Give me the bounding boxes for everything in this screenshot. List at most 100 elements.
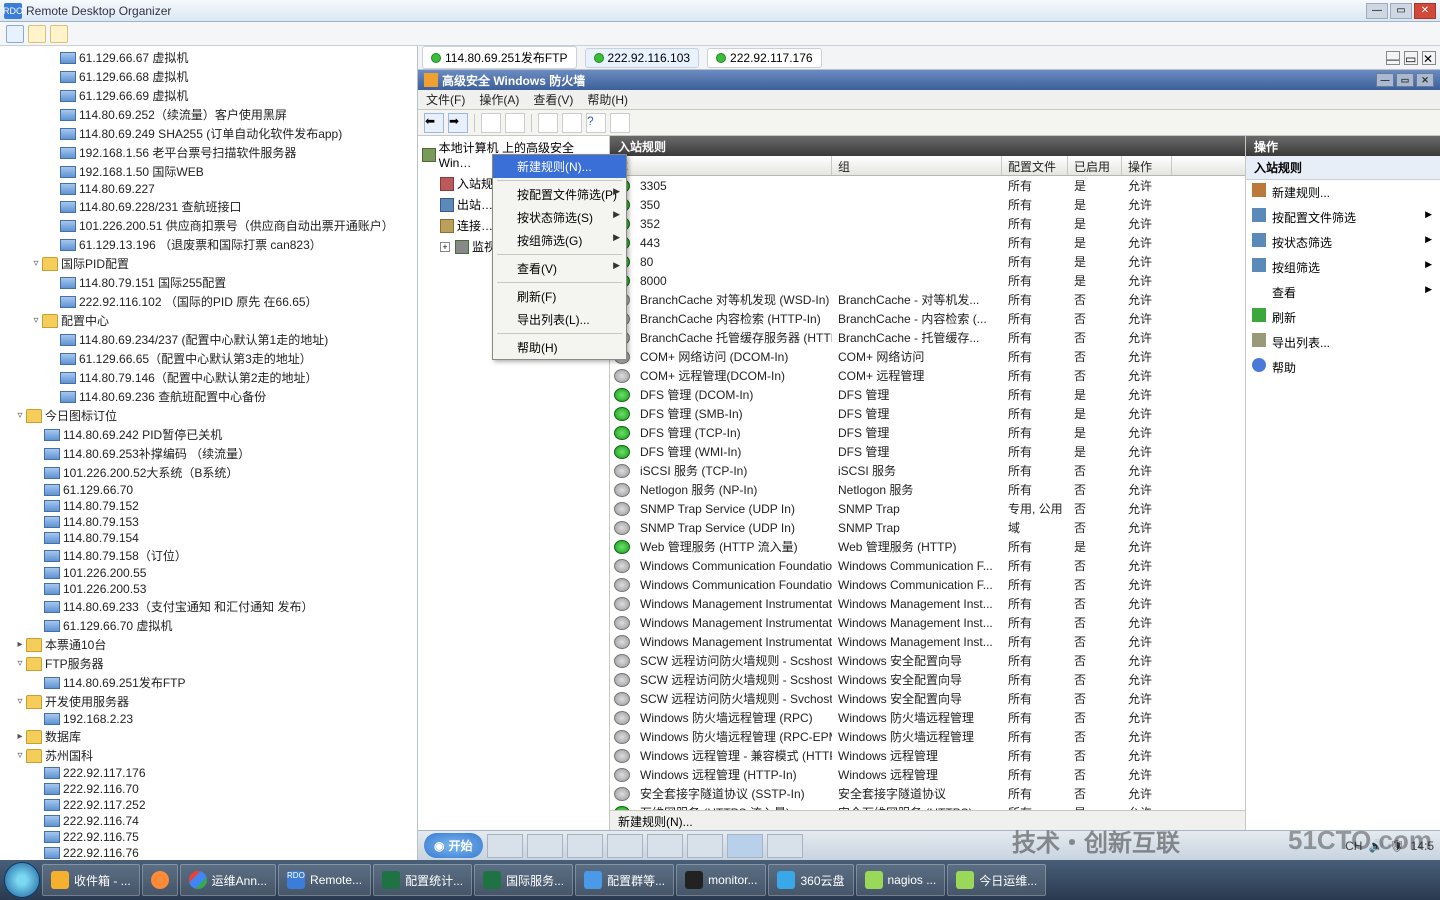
rule-row[interactable]: Windows Management Instrumentation ...Wi…: [610, 632, 1245, 651]
forward-icon[interactable]: ➡: [448, 113, 468, 133]
remote-taskbar[interactable]: ◉开始 CH 🔊🛡 14:5: [418, 830, 1440, 860]
action-item[interactable]: 查看: [1246, 280, 1440, 305]
tree-item[interactable]: 192.168.1.50 国际WEB: [0, 162, 417, 181]
tree-item[interactable]: ▿苏州国科: [0, 746, 417, 765]
menu-item[interactable]: 帮助(H): [587, 91, 628, 108]
tree-item[interactable]: 114.80.69.227: [0, 181, 417, 197]
rule-row[interactable]: SNMP Trap Service (UDP In)SNMP Trap域否允许: [610, 518, 1245, 537]
toolbar-icon[interactable]: [610, 113, 630, 133]
tree-item[interactable]: 114.80.69.236 查航班配置中心备份: [0, 387, 417, 406]
system-tray[interactable]: CH 🔊🛡 14:5: [1345, 839, 1434, 853]
host-taskbar[interactable]: 收件箱 - ... 运维Ann...RDORemote...配置统计...国际服务…: [0, 860, 1440, 900]
tree-item[interactable]: 114.80.69.234/237 (配置中心默认第1走的地址): [0, 330, 417, 349]
tree-item[interactable]: 114.80.79.151 国际255配置: [0, 273, 417, 292]
action-item[interactable]: 刷新: [1246, 305, 1440, 330]
tree-item[interactable]: 61.129.66.69 虚拟机: [0, 86, 417, 105]
tree-item[interactable]: 114.80.69.228/231 查航班接口: [0, 197, 417, 216]
taskbar-button[interactable]: [142, 864, 178, 896]
tree-item[interactable]: ▿开发使用服务器: [0, 692, 417, 711]
start-button[interactable]: ◉开始: [424, 833, 483, 858]
tree-item[interactable]: 222.92.116.74: [0, 813, 417, 829]
rule-row[interactable]: Windows 远程管理 (HTTP-In)Windows 远程管理所有否允许: [610, 765, 1245, 784]
tree-item[interactable]: 114.80.79.158（订位）: [0, 546, 417, 565]
rule-row[interactable]: Windows Communication Foundation N...Win…: [610, 575, 1245, 594]
taskbar-button[interactable]: nagios ...: [856, 864, 946, 896]
rule-row[interactable]: 万维网服务 (HTTPS 流入量)安全万维网服务 (HTTPS)所有是允许: [610, 803, 1245, 810]
tree-item[interactable]: 222.92.116.70: [0, 781, 417, 797]
tree-item[interactable]: 192.168.2.23: [0, 711, 417, 727]
firewall-tree[interactable]: 本地计算机 上的高级安全 Win… 入站规则 出站… 连接… +监视 新建规则(…: [418, 136, 610, 830]
rule-row[interactable]: COM+ 远程管理(DCOM-In)COM+ 远程管理所有否允许: [610, 366, 1245, 385]
taskbar-button[interactable]: 运维Ann...: [180, 864, 276, 896]
context-menu[interactable]: 新建规则(N)...按配置文件筛选(P)按状态筛选(S)按组筛选(G)查看(V)…: [492, 154, 627, 360]
taskbar-item[interactable]: [567, 834, 603, 858]
rule-row[interactable]: Netlogon 服务 (NP-In)Netlogon 服务所有否允许: [610, 480, 1245, 499]
tree-item[interactable]: ▸数据库: [0, 727, 417, 746]
taskbar-button[interactable]: 配置统计...: [373, 864, 472, 896]
action-item[interactable]: 按配置文件筛选: [1246, 205, 1440, 230]
menu-item[interactable]: 操作(A): [479, 91, 519, 108]
tree-item[interactable]: 101.226.200.55: [0, 565, 417, 581]
tree-item[interactable]: 114.80.79.152: [0, 498, 417, 514]
context-menu-item[interactable]: 按状态筛选(S): [493, 206, 626, 229]
action-item[interactable]: 按状态筛选: [1246, 230, 1440, 255]
action-item[interactable]: 帮助: [1246, 355, 1440, 380]
connection-tab[interactable]: 222.92.117.176: [707, 48, 822, 68]
help-icon[interactable]: ?: [586, 113, 606, 133]
tree-item[interactable]: ▿配置中心: [0, 311, 417, 330]
rule-row[interactable]: BranchCache 托管缓存服务器 (HTTP-In)BranchCache…: [610, 328, 1245, 347]
taskbar-item[interactable]: [487, 834, 523, 858]
tree-item[interactable]: 222.92.117.252: [0, 797, 417, 813]
rule-row[interactable]: Windows Management Instrumentation ...Wi…: [610, 594, 1245, 613]
taskbar-button[interactable]: 国际服务...: [474, 864, 573, 896]
tree-item[interactable]: 114.80.69.249 SHA255 (订单自动化软件发布app): [0, 124, 417, 143]
minimize-button[interactable]: —: [1376, 73, 1394, 87]
taskbar-item[interactable]: [727, 834, 763, 858]
tree-item[interactable]: 101.226.200.53: [0, 581, 417, 597]
rule-row[interactable]: BranchCache 对等机发现 (WSD-In)BranchCache - …: [610, 290, 1245, 309]
toolbar-icon[interactable]: [538, 113, 558, 133]
taskbar-button[interactable]: 收件箱 - ...: [42, 864, 140, 896]
rule-row[interactable]: Windows Communication Foundation N...Win…: [610, 556, 1245, 575]
tree-item[interactable]: 222.92.116.102 （国际的PID 原先 在66.65）: [0, 292, 417, 311]
taskbar-item[interactable]: [527, 834, 563, 858]
toolbar-icon[interactable]: [505, 113, 525, 133]
tree-item[interactable]: 101.226.200.51 供应商扣票号（供应商自动出票开通账户）: [0, 216, 417, 235]
tree-item[interactable]: 114.80.79.146（配置中心默认第2走的地址）: [0, 368, 417, 387]
taskbar-button[interactable]: monitor...: [676, 864, 766, 896]
context-menu-item[interactable]: 按组筛选(G): [493, 229, 626, 252]
action-item[interactable]: 导出列表...: [1246, 330, 1440, 355]
tree-item[interactable]: ▸本票通10台: [0, 635, 417, 654]
taskbar-button[interactable]: 今日运维...: [947, 864, 1046, 896]
toolbar-icon[interactable]: [50, 25, 68, 43]
rule-row[interactable]: 352所有是允许: [610, 214, 1245, 233]
rule-row[interactable]: 8000所有是允许: [610, 271, 1245, 290]
menu-item[interactable]: 文件(F): [426, 91, 465, 108]
tree-item[interactable]: 61.129.66.65（配置中心默认第3走的地址）: [0, 349, 417, 368]
tree-item[interactable]: 61.129.66.68 虚拟机: [0, 67, 417, 86]
tree-item[interactable]: 222.92.116.75: [0, 829, 417, 845]
start-orb[interactable]: [4, 862, 40, 898]
remote-window-controls[interactable]: —▭✕: [1386, 51, 1436, 65]
menu-item[interactable]: 查看(V): [533, 91, 573, 108]
rule-row[interactable]: COM+ 网络访问 (DCOM-In)COM+ 网络访问所有否允许: [610, 347, 1245, 366]
column-headers[interactable]: 称 组 配置文件 已启用 操作: [610, 156, 1245, 176]
maximize-button[interactable]: ▭: [1396, 73, 1414, 87]
rules-list[interactable]: 3305所有是允许350所有是允许352所有是允许443所有是允许80所有是允许…: [610, 176, 1245, 810]
rule-row[interactable]: SCW 远程访问防火墙规则 - Svchost...Windows 安全配置向导…: [610, 689, 1245, 708]
taskbar-item[interactable]: [687, 834, 723, 858]
rule-row[interactable]: DFS 管理 (DCOM-In)DFS 管理所有是允许: [610, 385, 1245, 404]
context-menu-item[interactable]: 查看(V): [493, 257, 626, 280]
connection-tab[interactable]: 114.80.69.251发布FTP: [422, 46, 577, 69]
toolbar-icon[interactable]: [562, 113, 582, 133]
tree-item[interactable]: 114.80.79.153: [0, 514, 417, 530]
back-icon[interactable]: ⬅: [424, 113, 444, 133]
firewall-menubar[interactable]: 文件(F) 操作(A) 查看(V) 帮助(H): [418, 90, 1440, 110]
taskbar-item[interactable]: [607, 834, 643, 858]
action-item[interactable]: 按组筛选: [1246, 255, 1440, 280]
taskbar-button[interactable]: RDORemote...: [278, 864, 371, 896]
rule-row[interactable]: SNMP Trap Service (UDP In)SNMP Trap专用, 公…: [610, 499, 1245, 518]
toolbar-icon[interactable]: [6, 25, 24, 43]
tree-item[interactable]: 101.226.200.52大系统（B系统）: [0, 463, 417, 482]
context-menu-item[interactable]: 导出列表(L)...: [493, 308, 626, 331]
